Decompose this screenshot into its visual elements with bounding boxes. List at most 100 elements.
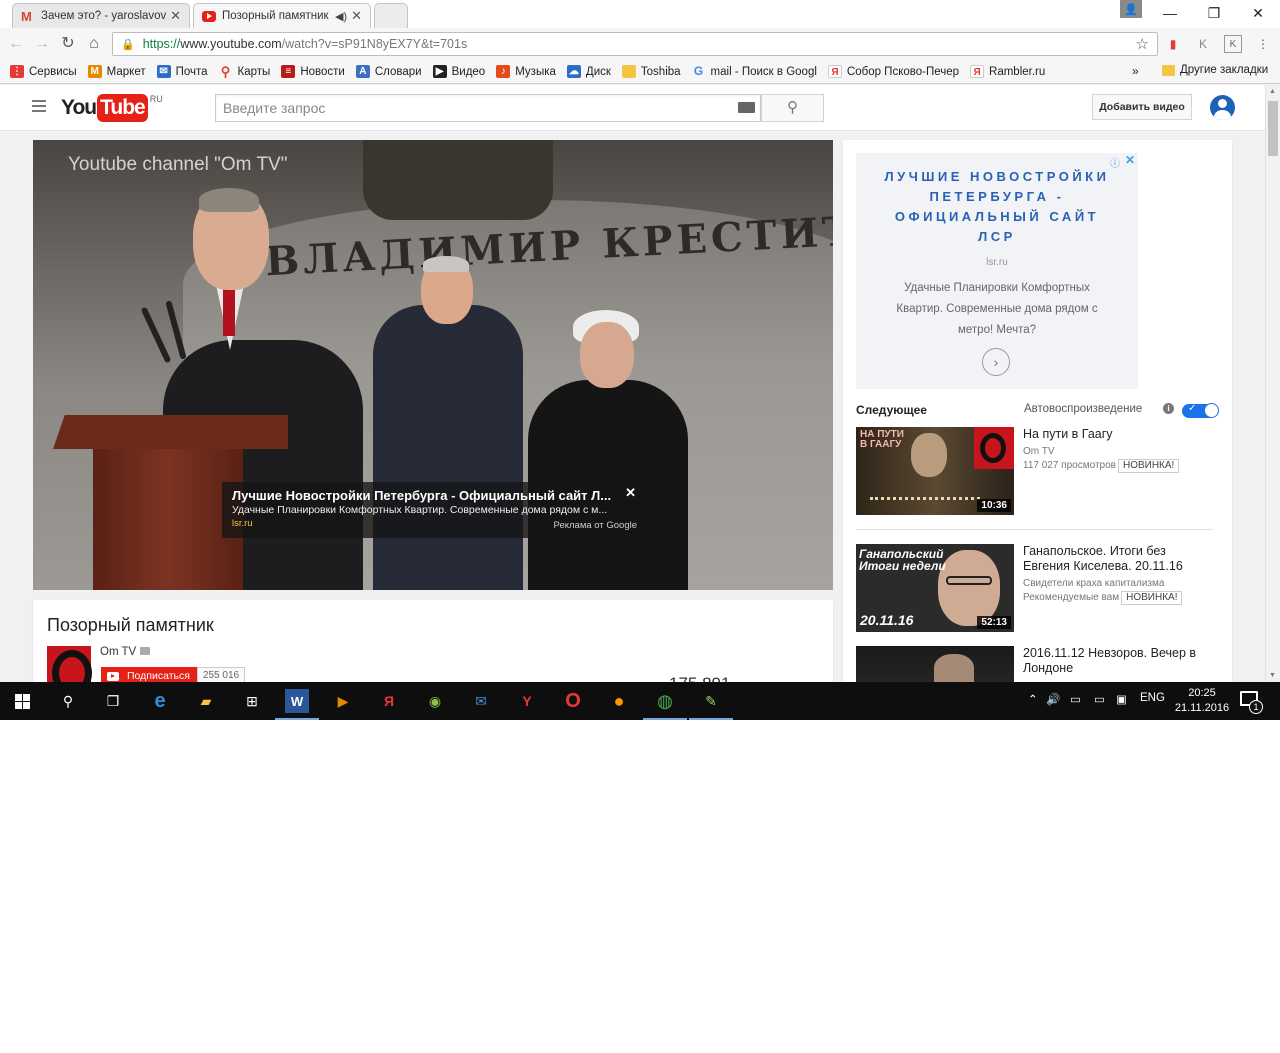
bookmark-news[interactable]: ≡ Новости [281, 65, 345, 78]
video-player[interactable]: ВЛАДИМИР КРЕСТИТЕ Youtube channel "Om TV… [33, 140, 833, 590]
video-thumbnail[interactable]: Ганапольский Итоги недели 20.11.16 52:13 [856, 544, 1014, 632]
user-profile-icon[interactable]: 👤 [1120, 0, 1142, 18]
bookmark-market[interactable]: М Маркет [87, 65, 146, 78]
forward-arrow-icon[interactable]: → [32, 34, 52, 54]
language-indicator[interactable]: ENG [1140, 692, 1165, 704]
scrollbar-thumb[interactable] [1268, 101, 1278, 156]
speaker-icon[interactable]: ◀) [335, 10, 347, 23]
video-channel[interactable]: Om TV [1023, 444, 1054, 459]
tab-gmail[interactable]: M Зачем это? - yaroslavova ✕ [12, 3, 190, 28]
bookmark-music[interactable]: ♪ Музыка [496, 65, 556, 78]
list-item[interactable]: 2016.11.12 Невзоров. Вечер в Лондоне [856, 646, 1216, 682]
menu-dots-icon[interactable]: ⋮ [1254, 35, 1272, 53]
scroll-down-icon[interactable]: ▼ [1269, 672, 1276, 679]
upload-button[interactable]: Добавить видео [1092, 94, 1192, 120]
time: 20:25 [1188, 687, 1216, 699]
video-title[interactable]: 2016.11.12 Невзоров. Вечер в Лондоне [1023, 646, 1213, 676]
sidebar-ad[interactable]: ЛУЧШИЕ НОВОСТРОЙКИ ПЕТЕРБУРГА - ОФИЦИАЛЬ… [856, 153, 1138, 389]
minimize-button[interactable]: — [1148, 0, 1192, 26]
clock[interactable]: 20:25 21.11.2016 [1170, 686, 1234, 716]
keyboard-icon[interactable] [738, 102, 755, 113]
network-icon[interactable]: ▭ [1094, 692, 1105, 706]
channel-name-text: Om TV [100, 646, 137, 658]
list-item[interactable]: НА ПУТИ В ГААГУ 10:36 На пути в Гаагу Om… [856, 427, 1216, 519]
mail-icon[interactable]: ✉ [469, 689, 493, 713]
video-ad-overlay[interactable]: Лучшие Новостройки Петербурга - Официаль… [222, 482, 642, 538]
maximize-button[interactable]: ❐ [1192, 0, 1236, 26]
video-title[interactable]: Ганапольское. Итоги без Евгения Киселева… [1023, 544, 1213, 574]
bookmark-label: Новости [300, 65, 345, 78]
bookmarks-more-button[interactable]: » [1132, 64, 1139, 78]
extension-k-icon[interactable]: K [1224, 35, 1242, 53]
bookmark-extension-icon[interactable]: ▮ [1164, 35, 1182, 53]
video-thumbnail[interactable] [856, 646, 1014, 682]
avatar[interactable] [1210, 95, 1235, 120]
bookmark-google-search[interactable]: Gmail - Поиск в Googl [692, 65, 817, 78]
tab-youtube[interactable]: Позорный памятник ◀) ✕ [193, 3, 371, 28]
extension-icon[interactable]: K [1194, 35, 1212, 53]
bookmark-star-icon[interactable]: ☆ [1136, 35, 1149, 53]
chevron-right-icon[interactable]: › [982, 348, 1010, 376]
home-icon[interactable]: ⌂ [84, 34, 104, 54]
youtube-logo[interactable]: You Tube RU [61, 94, 163, 122]
close-tab-icon[interactable]: ✕ [170, 8, 181, 24]
close-window-button[interactable]: ✕ [1236, 0, 1280, 26]
search-icon[interactable]: ⚲ [56, 689, 80, 713]
autoplay-toggle[interactable]: ✓ [1182, 403, 1219, 418]
bookmark-disk[interactable]: ☁ Диск [566, 65, 611, 78]
bookmark-services[interactable]: ⋮ Сервисы [10, 65, 77, 78]
task-view-icon[interactable]: ❐ [101, 689, 125, 713]
bookmark-sobor[interactable]: Я Собор Псково-Печер [827, 65, 959, 78]
app-circle-icon[interactable]: ◉ [423, 689, 447, 713]
reload-icon[interactable]: ↻ [58, 34, 78, 54]
bookmark-rambler[interactable]: Я Rambler.ru [970, 65, 1045, 78]
store-icon[interactable]: ⊞ [240, 689, 264, 713]
display-icon[interactable]: ▣ [1116, 692, 1127, 706]
video-duration: 52:13 [977, 616, 1011, 629]
adchoices-icon[interactable]: ⓘ [1110, 155, 1120, 170]
other-bookmarks-label: Другие закладки [1180, 64, 1269, 76]
list-item[interactable]: Ганапольский Итоги недели 20.11.16 52:13… [856, 544, 1216, 636]
bookmark-dictionaries[interactable]: A Словари [355, 65, 422, 78]
file-explorer-icon[interactable]: ▰ [194, 689, 218, 713]
close-tab-icon[interactable]: ✕ [351, 8, 362, 24]
sidebar-ad-title[interactable]: ЛУЧШИЕ НОВОСТРОЙКИ ПЕТЕРБУРГА - ОФИЦИАЛЬ… [856, 167, 1138, 247]
ad-close-icon[interactable]: ✕ [1125, 153, 1135, 167]
search-input[interactable]: Введите запрос [215, 94, 761, 122]
video-channel[interactable]: Свидетели краха капитализма [1023, 576, 1164, 591]
video-info-card: Позорный памятник Om TV Подписаться 255 … [33, 600, 833, 696]
other-bookmarks[interactable]: Другие закладки [1162, 64, 1268, 76]
bookmark-mail[interactable]: ✉ Почта [156, 65, 208, 78]
channel-name[interactable]: Om TV [100, 646, 151, 658]
search-button[interactable]: ⚲ [761, 94, 824, 122]
new-tab-button[interactable] [374, 3, 408, 28]
yandex-browser-icon[interactable]: Y [515, 689, 539, 713]
info-icon[interactable]: i [1163, 403, 1174, 414]
battery-icon[interactable]: ▭ [1070, 692, 1081, 706]
media-player-icon[interactable]: ▶ [331, 689, 355, 713]
odnoklassniki-icon[interactable]: ● [607, 689, 631, 713]
page-scrollbar[interactable]: ▲ ▼ [1265, 85, 1280, 682]
bookmark-video[interactable]: ▶ Видео [432, 65, 485, 78]
yandex-icon[interactable]: Я [377, 689, 401, 713]
word-icon[interactable]: W [275, 689, 319, 720]
edge-icon[interactable]: e [148, 689, 172, 713]
paint-icon[interactable]: ✎ [689, 689, 733, 720]
bookmark-toshiba[interactable]: Toshiba [621, 65, 681, 78]
tray-expand-icon[interactable]: ⌃ [1028, 692, 1038, 706]
guide-menu-icon[interactable] [32, 100, 46, 112]
video-title[interactable]: На пути в Гаагу [1023, 427, 1213, 442]
bookmark-maps[interactable]: ⚲ Карты [219, 65, 271, 78]
opera-icon[interactable]: O [561, 689, 585, 713]
chrome-icon[interactable]: ◍ [643, 689, 687, 720]
windows-start-icon[interactable] [10, 689, 34, 713]
sidebar-ad-site[interactable]: lsr.ru [856, 257, 1138, 268]
ad-close-icon[interactable]: ✕ [625, 485, 636, 501]
ad-title[interactable]: Лучшие Новостройки Петербурга - Официаль… [232, 488, 627, 503]
address-bar[interactable]: 🔒 https:// www.youtube.com /watch?v=sP91… [112, 32, 1158, 56]
video-thumbnail[interactable]: НА ПУТИ В ГААГУ 10:36 [856, 427, 1014, 515]
back-arrow-icon[interactable]: ← [6, 34, 26, 54]
scroll-up-icon[interactable]: ▲ [1269, 88, 1276, 95]
volume-icon[interactable]: 🔊 [1046, 692, 1060, 706]
folder-icon [621, 65, 636, 78]
